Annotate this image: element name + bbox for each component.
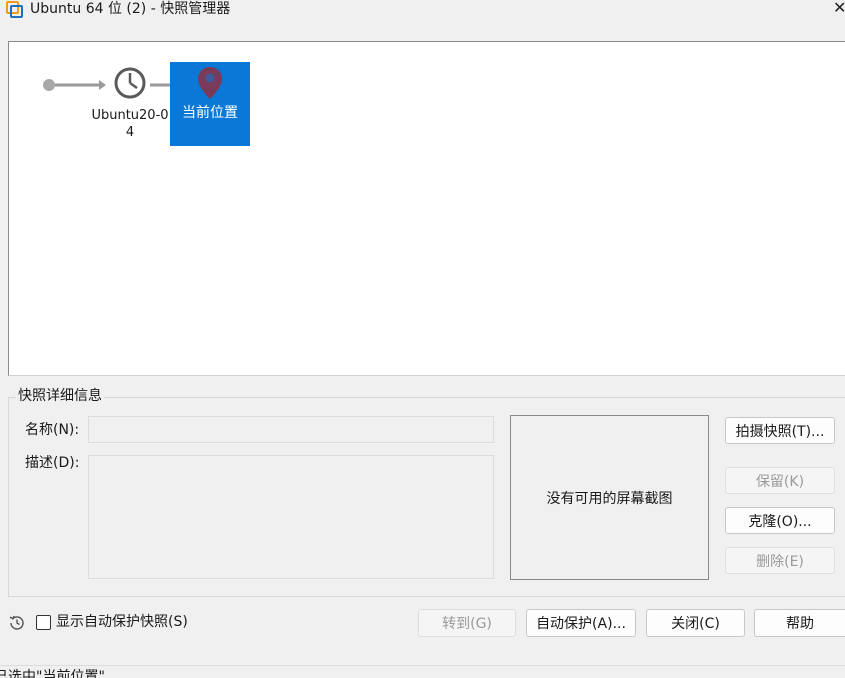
details-group-title: 快照详细信息 [16, 388, 104, 405]
screenshot-preview: 没有可用的屏幕截图 [510, 415, 709, 580]
root-arrow-head [99, 80, 106, 90]
status-bar: 已选中"当前位置" [0, 665, 845, 678]
current-position-label: 当前位置 [182, 105, 238, 121]
take-snapshot-button[interactable]: 拍摄快照(T)... [725, 417, 835, 444]
description-field[interactable] [88, 455, 494, 579]
close-icon[interactable]: ✕ [833, 1, 845, 15]
snapshot-manager-window: Ubuntu 64 位 (2) - 快照管理器 ✕ Ubuntu20-04 当前… [0, 0, 845, 678]
current-position-node[interactable]: 当前位置 [170, 62, 250, 146]
name-label: 名称(N): [25, 422, 80, 438]
history-icon [9, 615, 24, 630]
description-label: 描述(D): [25, 455, 80, 471]
vmware-icon [6, 1, 23, 18]
show-autoprotect-label[interactable]: 显示自动保护快照(S) [56, 614, 188, 631]
title-bar: Ubuntu 64 位 (2) - 快照管理器 ✕ [0, 0, 845, 22]
root-node-dot [43, 79, 55, 91]
no-screenshot-text: 没有可用的屏幕截图 [546, 490, 673, 507]
snapshot-node-label[interactable]: Ubuntu20-04 [91, 107, 169, 141]
autoprotect-button[interactable]: 自动保护(A)... [526, 609, 636, 637]
clock-icon [114, 67, 146, 99]
clone-button[interactable]: 克隆(O)... [725, 507, 835, 534]
snapshot-tree[interactable]: Ubuntu20-04 当前位置 [8, 41, 845, 376]
show-autoprotect-checkbox[interactable] [36, 615, 51, 630]
delete-button[interactable]: 删除(E) [725, 547, 835, 574]
window-title: Ubuntu 64 位 (2) - 快照管理器 [30, 1, 231, 17]
close-button[interactable]: 关闭(C) [646, 609, 745, 637]
location-pin-icon [198, 67, 222, 99]
help-button[interactable]: 帮助 [754, 609, 845, 637]
goto-button[interactable]: 转到(G) [418, 609, 516, 637]
name-field[interactable] [88, 416, 494, 443]
keep-button[interactable]: 保留(K) [725, 467, 835, 494]
status-text: 已选中"当前位置" [0, 669, 105, 678]
